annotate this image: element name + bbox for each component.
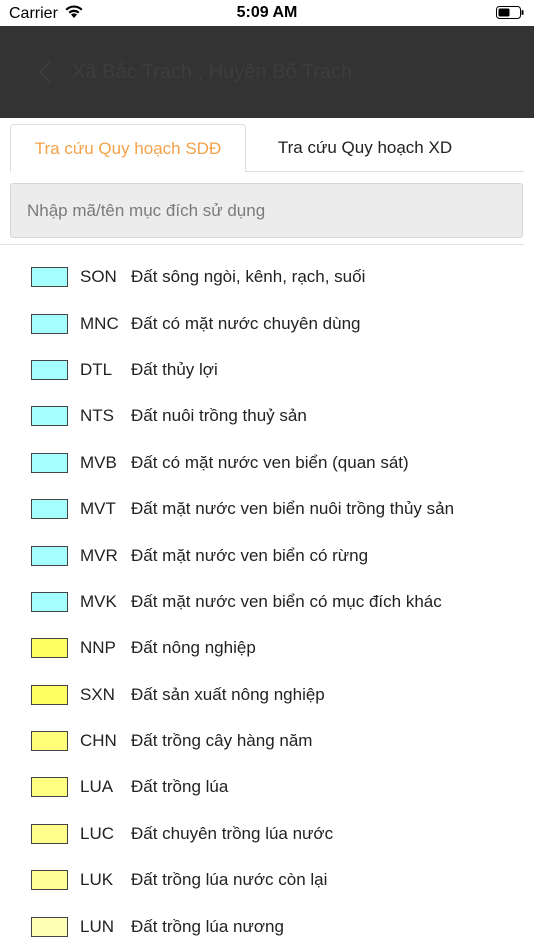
list-item[interactable]: MVK Đất mặt nước ven biển có mục đích khá… bbox=[0, 579, 534, 625]
color-swatch bbox=[31, 823, 68, 844]
navigation-bar: Xã Bắc Trạch , Huyện Bố Trạch bbox=[0, 26, 534, 118]
list-item[interactable]: MVR Đất mặt nước ven biển có rừng bbox=[0, 532, 534, 578]
color-swatch bbox=[31, 406, 68, 427]
color-swatch bbox=[31, 638, 68, 659]
color-swatch bbox=[31, 731, 68, 752]
list-item[interactable]: NNP Đất nông nghiệp bbox=[0, 625, 534, 671]
list-item[interactable]: LUN Đất trồng lúa nương bbox=[0, 903, 534, 949]
list-item[interactable]: DTL Đất thủy lợi bbox=[0, 347, 534, 393]
list-item[interactable]: CHN Đất trồng cây hàng năm bbox=[0, 718, 534, 764]
land-use-list: SON Đất sông ngòi, kênh, rạch, suối MNC Đất… bbox=[0, 254, 534, 950]
land-use-code: DTL bbox=[80, 359, 113, 379]
land-use-name: Đất sản xuất nông nghiệp bbox=[131, 684, 325, 704]
land-use-name: Đất nông nghiệp bbox=[131, 638, 256, 658]
back-button[interactable] bbox=[30, 56, 60, 92]
land-use-name: Đất có mặt nước chuyên dùng bbox=[131, 313, 361, 333]
color-swatch bbox=[31, 545, 68, 566]
land-use-code: LUC bbox=[80, 823, 115, 843]
list-item[interactable]: MVT Đất mặt nước ven biển nuôi trồng thủy… bbox=[0, 486, 534, 532]
land-use-code: NNP bbox=[80, 638, 116, 658]
divider bbox=[0, 244, 524, 245]
list-item[interactable]: NTS Đất nuôi trồng thuỷ sản bbox=[0, 393, 534, 439]
land-use-code: MVT bbox=[80, 499, 116, 519]
land-use-name: Đất thủy lợi bbox=[131, 359, 218, 379]
tab-construction-planning[interactable]: Tra cứu Quy hoạch XD bbox=[246, 124, 484, 172]
land-use-code: CHN bbox=[80, 731, 117, 751]
search-field[interactable] bbox=[10, 183, 523, 238]
list-item[interactable]: MVB Đất có mặt nước ven biển (quan sát) bbox=[0, 440, 534, 486]
list-item[interactable]: LUK Đất trồng lúa nước còn lại bbox=[0, 857, 534, 903]
list-item[interactable]: LUA Đất trồng lúa bbox=[0, 764, 534, 810]
list-item[interactable]: LUC Đất chuyên trồng lúa nước bbox=[0, 811, 534, 857]
land-use-name: Đất mặt nước ven biển có rừng bbox=[131, 545, 369, 565]
list-item[interactable]: SON Đất sông ngòi, kênh, rạch, suối bbox=[0, 254, 534, 300]
color-swatch bbox=[31, 359, 68, 380]
color-swatch bbox=[31, 684, 68, 705]
land-use-code: MNC bbox=[80, 313, 119, 333]
land-use-code: MVR bbox=[80, 545, 118, 565]
land-use-name: Đất trồng lúa bbox=[131, 777, 229, 797]
land-use-name: Đất mặt nước ven biển có mục đích khác bbox=[131, 591, 442, 611]
land-use-code: LUN bbox=[80, 916, 115, 936]
status-bar: Carrier 5:09 AM bbox=[0, 0, 534, 26]
land-use-code: SON bbox=[80, 267, 117, 287]
page-title: Xã Bắc Trạch , Huyện Bố Trạch bbox=[72, 61, 353, 83]
land-use-name: Đất trồng lúa nương bbox=[131, 916, 284, 936]
color-swatch bbox=[31, 452, 68, 473]
land-use-code: SXN bbox=[80, 684, 115, 704]
color-swatch bbox=[31, 313, 68, 334]
chevron-left-icon bbox=[38, 60, 52, 89]
land-use-code: LUA bbox=[80, 777, 114, 797]
land-use-name: Đất mặt nước ven biển nuôi trồng thủy sả… bbox=[131, 499, 455, 519]
color-swatch bbox=[31, 267, 68, 288]
search-input[interactable] bbox=[25, 199, 522, 222]
tab-land-use-planning[interactable]: Tra cứu Quy hoạch SDĐ bbox=[10, 124, 246, 172]
land-use-code: LUK bbox=[80, 870, 114, 890]
color-swatch bbox=[31, 870, 68, 891]
tab-bar: Tra cứu Quy hoạch SDĐ Tra cứu Quy hoạch … bbox=[10, 124, 524, 172]
land-use-name: Đất có mặt nước ven biển (quan sát) bbox=[131, 452, 409, 472]
land-use-code: MVB bbox=[80, 452, 117, 472]
color-swatch bbox=[31, 591, 68, 612]
land-use-code: MVK bbox=[80, 591, 117, 611]
land-use-code: NTS bbox=[80, 406, 114, 426]
list-item[interactable]: MNC Đất có mặt nước chuyên dùng bbox=[0, 300, 534, 346]
color-swatch bbox=[31, 499, 68, 520]
land-use-name: Đất chuyên trồng lúa nước bbox=[131, 823, 334, 843]
battery-icon bbox=[496, 6, 524, 19]
color-swatch bbox=[31, 777, 68, 798]
land-use-name: Đất trồng lúa nước còn lại bbox=[131, 870, 328, 890]
land-use-name: Đất sông ngòi, kênh, rạch, suối bbox=[131, 267, 366, 287]
land-use-name: Đất nuôi trồng thuỷ sản bbox=[131, 406, 307, 426]
list-item[interactable]: SXN Đất sản xuất nông nghiệp bbox=[0, 672, 534, 718]
color-swatch bbox=[31, 916, 68, 937]
tab-divider bbox=[246, 171, 524, 172]
status-time: 5:09 AM bbox=[236, 4, 298, 21]
land-use-name: Đất trồng cây hàng năm bbox=[131, 731, 313, 751]
